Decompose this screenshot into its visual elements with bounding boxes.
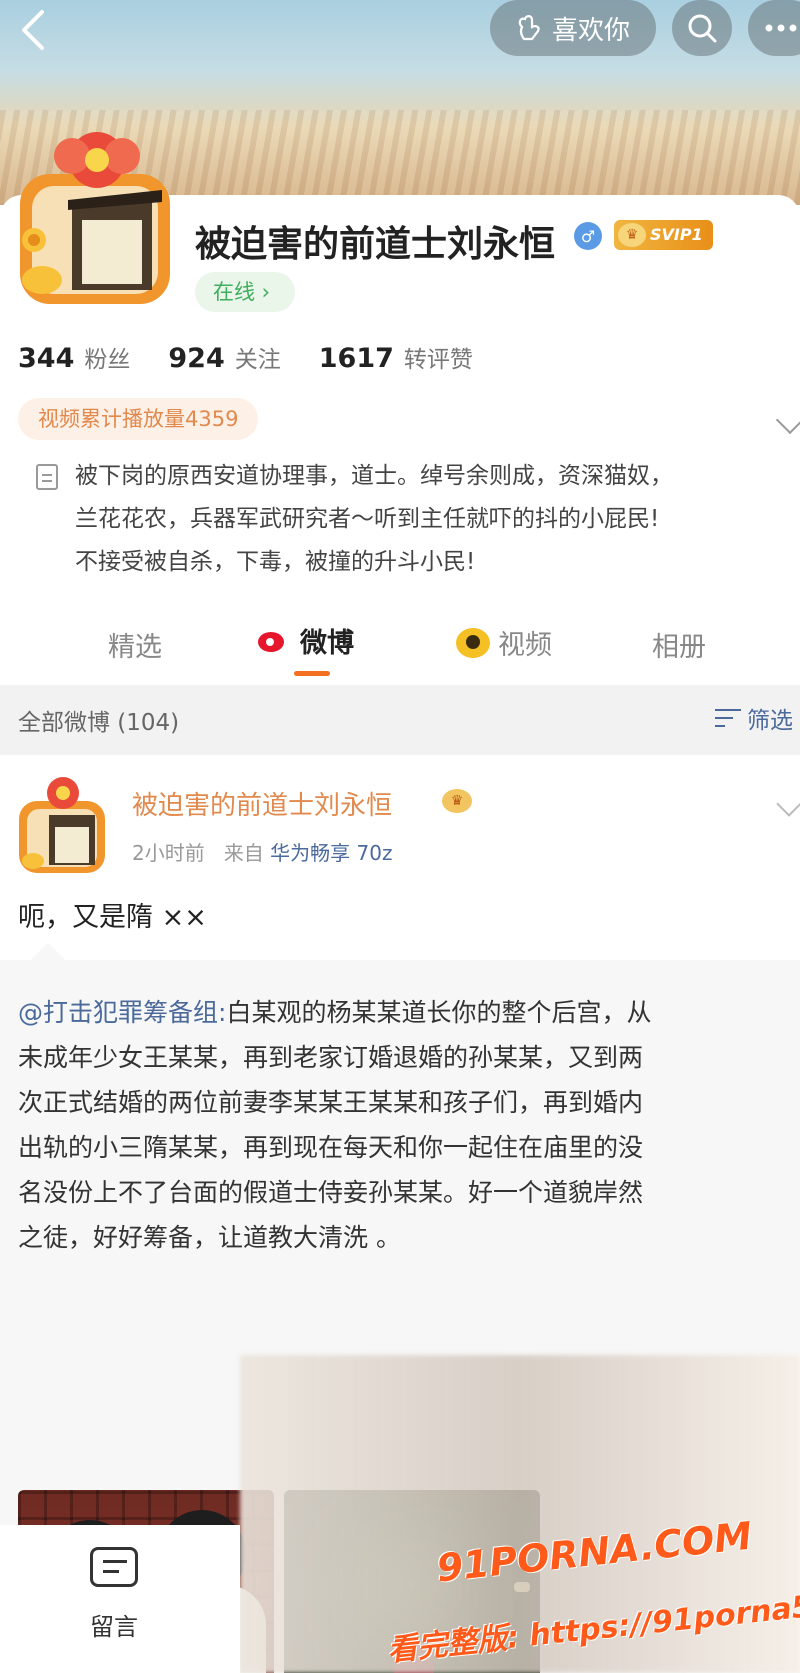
stat-label: 转评赞	[403, 347, 473, 373]
filter-label: 筛选	[747, 708, 793, 734]
repost-line: 出轨的小三隋某某，再到现在每天和你一起住在庙里的没	[18, 1133, 644, 1162]
stat-interactions[interactable]: 1617 转评赞	[319, 340, 473, 374]
male-icon: ♂	[574, 222, 602, 250]
post-avatar[interactable]	[15, 775, 110, 875]
stat-following[interactable]: 924 关注	[168, 340, 280, 374]
online-status[interactable]: 在线 ›	[195, 272, 295, 312]
tab-label: 精选	[108, 632, 162, 663]
svip-badge[interactable]: ♛ SVIP1	[614, 220, 713, 250]
repost-line: 名没份上不了台面的假道士侍妾孙某某。好一个道貌岸然	[18, 1178, 644, 1207]
video-logo-icon	[456, 627, 490, 658]
post-menu-chevron-icon[interactable]	[776, 791, 800, 817]
back-button[interactable]	[8, 5, 58, 55]
filter-bar: 全部微博 (104) 筛选	[0, 685, 800, 755]
tab-album[interactable]: 相册	[652, 625, 706, 664]
post-via-prefix: 来自	[223, 841, 264, 865]
chevron-left-icon	[22, 10, 44, 50]
stat-value: 344	[18, 343, 75, 374]
active-tab-indicator	[294, 671, 330, 676]
document-icon	[36, 464, 58, 490]
search-button[interactable]	[672, 0, 732, 56]
crown-icon: ♛	[618, 223, 646, 247]
bio-line: 兰花花农，兵器军武研究者～听到主任就吓的抖的小屁民!	[75, 506, 660, 532]
like-you-label: 喜欢你	[551, 15, 630, 46]
more-button[interactable]	[748, 0, 800, 56]
tab-featured[interactable]: 精选	[108, 625, 162, 664]
tab-label: 微博	[300, 628, 354, 659]
post-text: 呃，又是隋 ××	[18, 902, 207, 933]
post-author[interactable]: 被迫害的前道士刘永恒	[132, 785, 392, 822]
comment-icon[interactable]	[90, 1547, 138, 1587]
tab-video[interactable]: 视频	[456, 623, 552, 662]
post-device[interactable]: 华为畅享 70z	[270, 841, 392, 865]
more-dots-icon	[765, 24, 797, 32]
weibo-count: 全部微博 (104)	[18, 710, 180, 736]
vip-crown-icon: ♛	[442, 789, 472, 813]
bio-line: 被下岗的原西安道协理事，道士。绰号余则成，资深猫奴，	[75, 463, 673, 489]
stat-fans[interactable]: 344 粉丝	[18, 340, 130, 374]
repost-line: 未成年少女王某某，再到老家订婚退婚的孙某某，又到两	[18, 1043, 644, 1072]
bottom-action-bar: 留言	[0, 1525, 240, 1673]
like-you-button[interactable]: 喜欢你	[490, 0, 656, 56]
repost-line: @打击犯罪筹备组:白某观的杨某某道长你的整个后宫，从	[18, 990, 788, 1035]
video-plays-badge[interactable]: 视频累计播放量4359	[18, 398, 259, 440]
filter-button[interactable]: 筛选	[715, 701, 793, 735]
stat-value: 924	[168, 343, 225, 374]
post-meta: 2小时前 来自 华为畅享 70z	[132, 837, 392, 866]
bio-line: 不接受被自杀，下毒，被撞的升斗小民!	[75, 549, 476, 575]
tab-label: 相册	[652, 632, 706, 663]
repost-line: 次正式结婚的两位前妻李某某王某某和孩子们，再到婚内	[18, 1088, 644, 1117]
filter-icon	[715, 707, 741, 729]
profile-stats: 344 粉丝 924 关注 1617 转评赞	[18, 340, 473, 374]
repost-line: 之徒，好好筹备，让道教大清洗 。	[18, 1223, 401, 1252]
profile-name: 被迫害的前道士刘永恒	[195, 224, 556, 265]
stat-label: 关注	[234, 347, 281, 373]
tab-label: 视频	[498, 630, 552, 661]
profile-bio: 被下岗的原西安道协理事，道士。绰号余则成，资深猫奴， 兰花花农，兵器军武研究者～…	[75, 455, 775, 584]
repost-notch	[31, 943, 65, 977]
hand-heart-icon	[518, 15, 540, 41]
weibo-logo-icon	[256, 626, 292, 656]
comment-label[interactable]: 留言	[90, 1607, 138, 1642]
stat-label: 粉丝	[84, 347, 131, 373]
avatar[interactable]	[12, 130, 182, 310]
svip-label: SVIP1	[650, 225, 703, 244]
post-time: 2小时前	[132, 841, 205, 865]
repost-mention[interactable]: @打击犯罪筹备组:	[18, 998, 226, 1027]
tab-weibo[interactable]: 微博	[256, 621, 354, 660]
repost-text: @打击犯罪筹备组:白某观的杨某某道长你的整个后宫，从 未成年少女王某某，再到老家…	[18, 990, 788, 1260]
search-icon	[688, 14, 717, 43]
profile-tabs: 精选 微博 视频 相册	[0, 615, 800, 685]
repost-line-text: 白某观的杨某某道长你的整个后宫，从	[226, 998, 652, 1027]
stat-value: 1617	[318, 343, 394, 374]
